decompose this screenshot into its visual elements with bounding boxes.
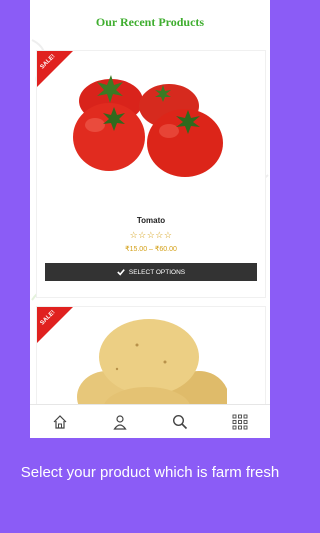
tomato-image xyxy=(73,75,223,177)
product-card[interactable]: SALE! Tomato ☆☆☆☆☆ ₹15.00 – ₹60.00 SELEC… xyxy=(36,50,266,298)
grid-menu-icon xyxy=(232,414,248,430)
price-range: ₹15.00 – ₹60.00 xyxy=(125,246,177,253)
product-name[interactable]: Tomato xyxy=(37,216,265,225)
app-screen: Our Recent Products SALE! Tomato ☆☆☆☆☆ ₹… xyxy=(30,0,270,438)
rating-stars: ☆☆☆☆☆ xyxy=(129,230,173,240)
section-title: Our Recent Products xyxy=(95,15,205,29)
nav-search[interactable] xyxy=(166,408,194,436)
nav-home[interactable] xyxy=(46,408,74,436)
search-icon xyxy=(172,414,188,430)
select-options-button[interactable]: SELECT OPTIONS xyxy=(45,263,257,281)
check-icon xyxy=(117,269,125,276)
bottom-navigation xyxy=(30,404,270,438)
home-icon xyxy=(53,415,67,429)
product-card[interactable]: SALE! xyxy=(36,306,266,418)
select-options-label: SELECT OPTIONS xyxy=(128,268,186,276)
nav-menu[interactable] xyxy=(226,408,254,436)
potato-image xyxy=(77,319,227,417)
decorative-swirl-icon xyxy=(60,0,90,6)
account-icon xyxy=(113,415,127,430)
nav-account[interactable] xyxy=(106,408,134,436)
promo-caption: Select your product which is farm fresh xyxy=(20,464,280,481)
